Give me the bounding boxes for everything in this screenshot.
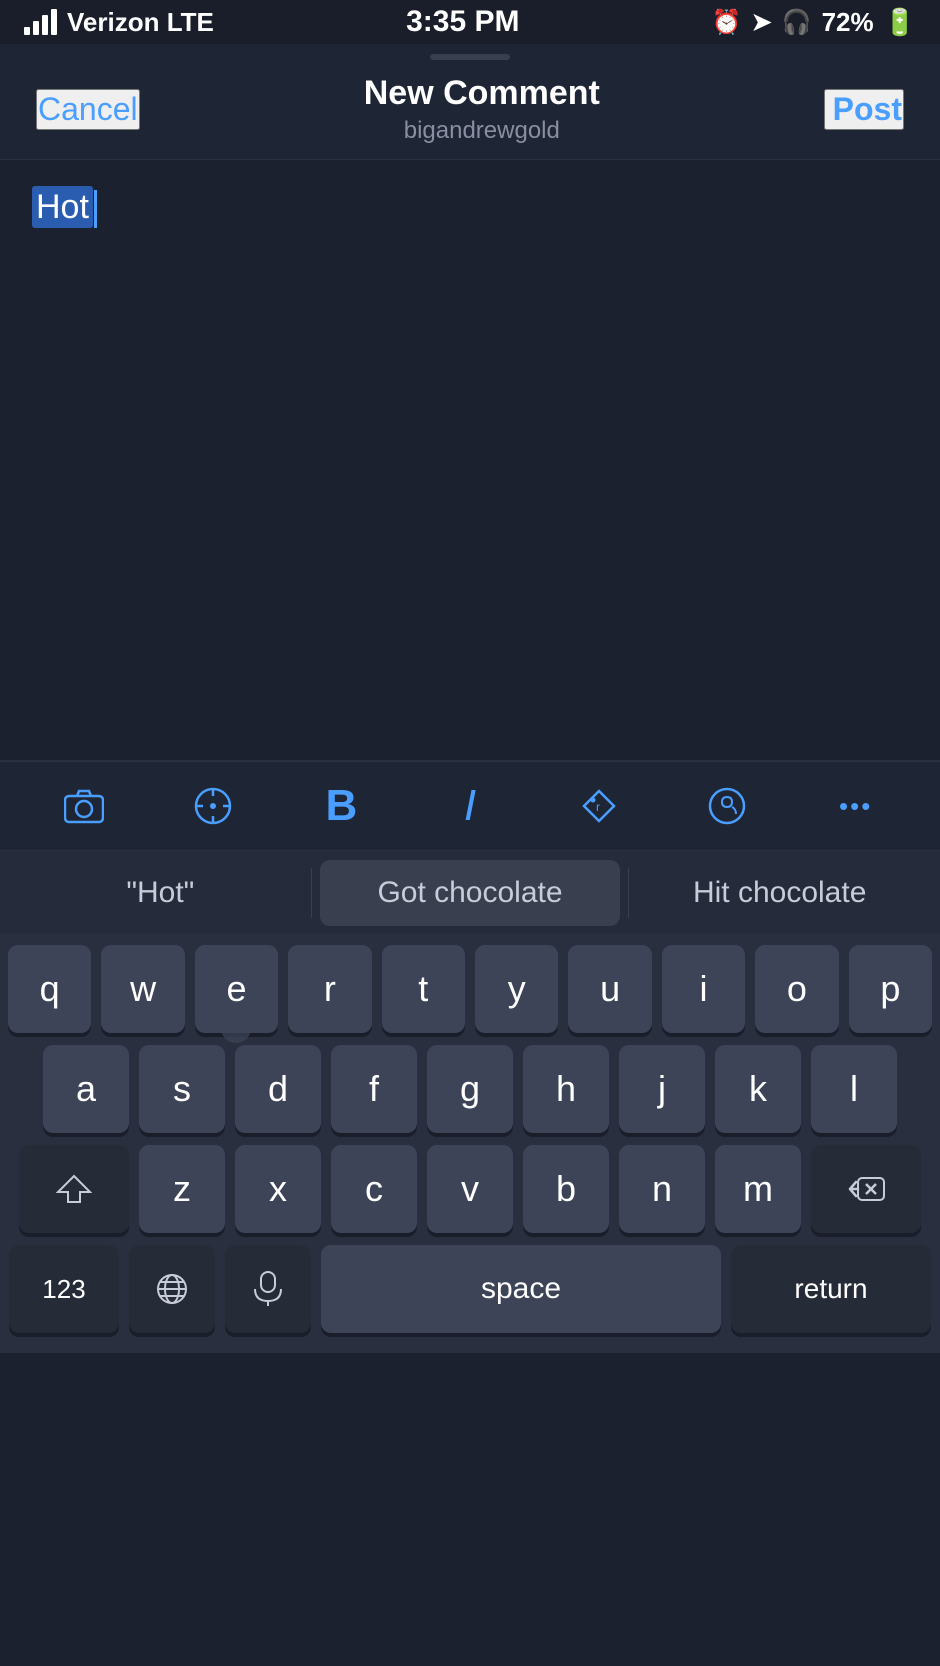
keyboard-row-2: a s d f g h j k l bbox=[8, 1045, 932, 1133]
comment-area[interactable]: Hot bbox=[0, 160, 940, 760]
key-l[interactable]: l bbox=[811, 1045, 897, 1133]
battery-icon: 🔋 bbox=[884, 7, 916, 38]
key-123[interactable]: 123 bbox=[9, 1245, 119, 1333]
autocomplete-bar: "Hot" Got chocolate Hit chocolate bbox=[0, 851, 940, 935]
key-m[interactable]: m bbox=[715, 1145, 801, 1233]
text-cursor bbox=[94, 190, 97, 228]
key-y[interactable]: y bbox=[475, 945, 558, 1033]
camera-button[interactable] bbox=[54, 776, 114, 836]
key-u[interactable]: u bbox=[568, 945, 651, 1033]
signal-icon bbox=[24, 9, 57, 35]
post-button[interactable]: Post bbox=[824, 89, 904, 130]
key-q[interactable]: q bbox=[8, 945, 91, 1033]
key-n[interactable]: n bbox=[619, 1145, 705, 1233]
tag-button[interactable]: r bbox=[569, 776, 629, 836]
autocomplete-left[interactable]: "Hot" bbox=[10, 860, 311, 926]
battery-percent: 72% bbox=[822, 7, 874, 38]
keyboard-row-bottom: 123 space return bbox=[8, 1245, 932, 1333]
carrier-text: Verizon LTE bbox=[67, 7, 214, 38]
mic-key[interactable] bbox=[225, 1245, 311, 1333]
key-v[interactable]: v bbox=[427, 1145, 513, 1233]
key-h[interactable]: h bbox=[523, 1045, 609, 1133]
keyboard: q w e r t y u i o p a s d f g h j k l z … bbox=[0, 935, 940, 1353]
autocomplete-divider-left bbox=[311, 868, 312, 918]
bold-button[interactable]: B bbox=[311, 776, 371, 836]
more-button[interactable]: ••• bbox=[826, 776, 886, 836]
cancel-button[interactable]: Cancel bbox=[36, 89, 140, 130]
key-j[interactable]: j bbox=[619, 1045, 705, 1133]
key-b[interactable]: b bbox=[523, 1145, 609, 1233]
key-w[interactable]: w bbox=[101, 945, 184, 1033]
system-icons: ⏰ ➤ 🎧 72% 🔋 bbox=[712, 7, 916, 38]
nav-title: New Comment bigandrewgold bbox=[364, 74, 600, 145]
key-o[interactable]: o bbox=[755, 945, 838, 1033]
backspace-key[interactable] bbox=[811, 1145, 921, 1233]
headphone-icon: 🎧 bbox=[782, 8, 812, 37]
autocomplete-center[interactable]: Got chocolate bbox=[320, 860, 621, 926]
italic-button[interactable]: I bbox=[440, 776, 500, 836]
format-toolbar: B I r ••• bbox=[0, 761, 940, 851]
key-r[interactable]: r bbox=[288, 945, 371, 1033]
compass-button[interactable] bbox=[183, 776, 243, 836]
alarm-icon: ⏰ bbox=[712, 8, 742, 37]
key-f[interactable]: f bbox=[331, 1045, 417, 1133]
comment-text: Hot bbox=[32, 188, 97, 226]
svg-text:r: r bbox=[596, 800, 600, 814]
location-icon: ➤ bbox=[752, 8, 772, 37]
keyboard-row-3: z x c v b n m bbox=[8, 1145, 932, 1233]
key-p[interactable]: p bbox=[849, 945, 932, 1033]
key-d[interactable]: d bbox=[235, 1045, 321, 1133]
selected-text: Hot bbox=[32, 186, 93, 228]
carrier-info: Verizon LTE bbox=[24, 7, 214, 38]
nav-title-text: New Comment bbox=[364, 74, 600, 113]
key-k[interactable]: k bbox=[715, 1045, 801, 1133]
keyboard-row-1: q w e r t y u i o p bbox=[8, 945, 932, 1033]
return-key[interactable]: return bbox=[731, 1245, 931, 1333]
key-i[interactable]: i bbox=[662, 945, 745, 1033]
autocomplete-right[interactable]: Hit chocolate bbox=[629, 860, 930, 926]
mention-button[interactable] bbox=[697, 776, 757, 836]
status-bar: Verizon LTE 3:35 PM ⏰ ➤ 🎧 72% 🔋 bbox=[0, 0, 940, 44]
key-t[interactable]: t bbox=[382, 945, 465, 1033]
shift-key[interactable] bbox=[19, 1145, 129, 1233]
key-a[interactable]: a bbox=[43, 1045, 129, 1133]
drag-handle bbox=[430, 54, 510, 60]
time-display: 3:35 PM bbox=[406, 5, 519, 39]
globe-key[interactable] bbox=[129, 1245, 215, 1333]
space-key[interactable]: space bbox=[321, 1245, 721, 1333]
key-g[interactable]: g bbox=[427, 1045, 513, 1133]
key-s[interactable]: s bbox=[139, 1045, 225, 1133]
key-e[interactable]: e bbox=[195, 945, 278, 1033]
nav-username: bigandrewgold bbox=[364, 117, 600, 145]
key-x[interactable]: x bbox=[235, 1145, 321, 1233]
key-c[interactable]: c bbox=[331, 1145, 417, 1233]
nav-bar: Cancel New Comment bigandrewgold Post bbox=[0, 60, 940, 160]
key-z[interactable]: z bbox=[139, 1145, 225, 1233]
